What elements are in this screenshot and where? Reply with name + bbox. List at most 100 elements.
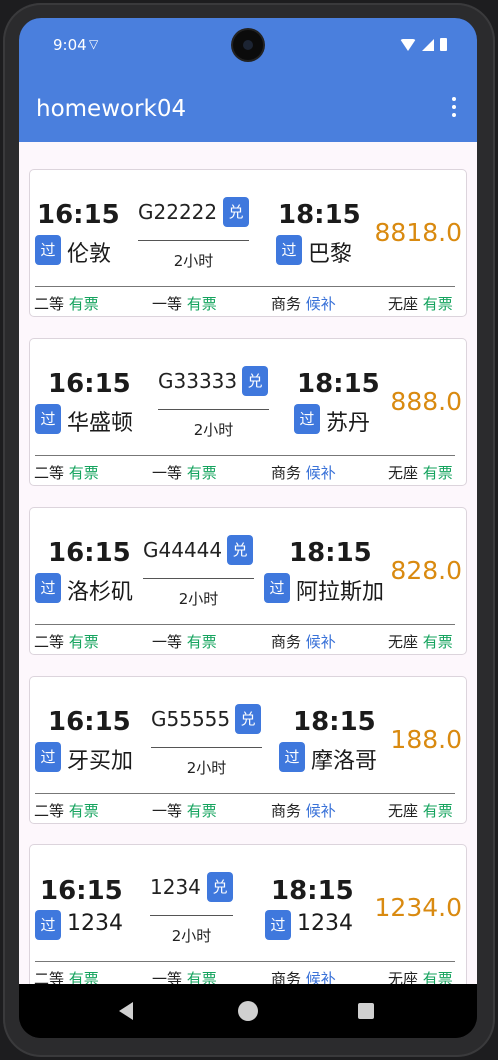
battery-icon [440,38,447,51]
route-line [150,915,233,916]
seat-business-class: 商务 候补 [271,970,336,984]
status-time: 9:04 [53,36,87,54]
seat-business-class: 商务 候补 [271,802,336,820]
route-line [151,747,262,748]
home-icon[interactable] [238,1001,258,1021]
transit-badge: 过 [35,742,61,772]
seat-no-seat: 无座 有票 [388,970,453,984]
seat-business-class: 商务 候补 [271,295,336,313]
train-card[interactable]: 16:15 过 伦敦 G22222 兑 2小时 18:15 过 巴黎 8818.… [29,169,467,317]
seat-business-class: 商务 候补 [271,633,336,651]
status-icons [400,38,447,51]
depart-station: 伦敦 [67,242,112,267]
duration: 2小时 [193,421,234,439]
transit-badge: 过 [35,235,61,265]
train-card[interactable]: 16:15 过 洛杉矶 G44444 兑 2小时 18:15 过 阿拉斯加 82… [29,507,467,655]
duration: 2小时 [186,759,227,777]
route-line [158,409,269,410]
depart-time: 16:15 [48,707,131,737]
train-number: G44444 [143,538,223,562]
divider [35,624,455,625]
arrive-station: 摩洛哥 [311,749,378,774]
duration: 2小时 [173,252,214,270]
train-number: G22222 [138,200,218,224]
seat-first-class: 一等 有票 [152,970,217,984]
seat-no-seat: 无座 有票 [388,295,453,313]
transit-badge: 过 [265,910,291,940]
train-card[interactable]: 16:15 过 华盛顿 G33333 兑 2小时 18:15 过 苏丹 888.… [29,338,467,486]
divider [35,455,455,456]
seat-no-seat: 无座 有票 [388,802,453,820]
divider [35,793,455,794]
arrive-time: 18:15 [271,876,354,906]
arrive-time: 18:15 [289,538,372,568]
status-bar: 9:04 ▽ [19,18,477,72]
phone-screen: 9:04 ▽ homework04 16:15 过 伦敦 G22222 兑 2小… [19,18,477,1038]
seat-second-class: 二等 有票 [34,464,99,482]
train-list[interactable]: 16:15 过 伦敦 G22222 兑 2小时 18:15 过 巴黎 8818.… [19,142,477,984]
more-vert-icon[interactable] [451,97,457,117]
arrive-station: 1234 [297,911,353,936]
arrive-time: 18:15 [293,707,376,737]
seat-business-class: 商务 候补 [271,464,336,482]
train-card[interactable]: 16:15 过 牙买加 G55555 兑 2小时 18:15 过 摩洛哥 188… [29,676,467,824]
transit-badge: 过 [35,910,61,940]
seat-no-seat: 无座 有票 [388,464,453,482]
price: 888.0 [390,387,462,416]
seat-second-class: 二等 有票 [34,970,99,984]
seat-first-class: 一等 有票 [152,464,217,482]
duration: 2小时 [171,927,212,945]
app-bar: homework04 [19,72,477,142]
arrive-time: 18:15 [278,200,361,230]
ticket-badge: 兑 [207,872,233,902]
arrive-station: 巴黎 [308,242,353,267]
depart-station: 洛杉矶 [67,580,134,605]
seat-second-class: 二等 有票 [34,802,99,820]
transit-badge: 过 [35,404,61,434]
train-card[interactable]: 16:15 过 1234 1234 兑 2小时 18:15 过 1234 123… [29,844,467,984]
divider [35,961,455,962]
ticket-badge: 兑 [242,366,268,396]
arrive-time: 18:15 [297,369,380,399]
transit-badge: 过 [279,742,305,772]
depart-time: 16:15 [37,200,120,230]
cell-signal-icon [422,38,434,51]
train-number: G55555 [151,707,231,731]
seat-no-seat: 无座 有票 [388,633,453,651]
depart-time: 16:15 [48,538,131,568]
transit-badge: 过 [276,235,302,265]
route-line [138,240,249,241]
seat-first-class: 一等 有票 [152,295,217,313]
recents-icon[interactable] [358,1003,374,1019]
back-icon[interactable] [119,1002,133,1020]
arrive-station: 苏丹 [326,411,371,436]
divider [35,286,455,287]
transit-badge: 过 [35,573,61,603]
ticket-badge: 兑 [235,704,261,734]
duration: 2小时 [178,590,219,608]
price: 8818.0 [374,218,462,247]
price: 828.0 [390,556,462,585]
navigation-bar [19,984,477,1038]
camera-cutout [233,30,263,60]
depart-time: 16:15 [48,369,131,399]
ticket-badge: 兑 [227,535,253,565]
ticket-badge: 兑 [223,197,249,227]
transit-badge: 过 [294,404,320,434]
seat-second-class: 二等 有票 [34,295,99,313]
app-title: homework04 [36,96,187,122]
arrive-station: 阿拉斯加 [296,580,385,605]
seat-first-class: 一等 有票 [152,633,217,651]
price: 188.0 [390,725,462,754]
route-line [143,578,254,579]
train-number: G33333 [158,369,238,393]
seat-first-class: 一等 有票 [152,802,217,820]
depart-station: 华盛顿 [67,411,134,436]
train-number: 1234 [150,875,201,899]
vpn-key-icon: ▽ [89,37,99,51]
depart-station: 牙买加 [67,749,134,774]
wifi-icon [400,38,416,51]
depart-station: 1234 [67,911,123,936]
seat-second-class: 二等 有票 [34,633,99,651]
transit-badge: 过 [264,573,290,603]
